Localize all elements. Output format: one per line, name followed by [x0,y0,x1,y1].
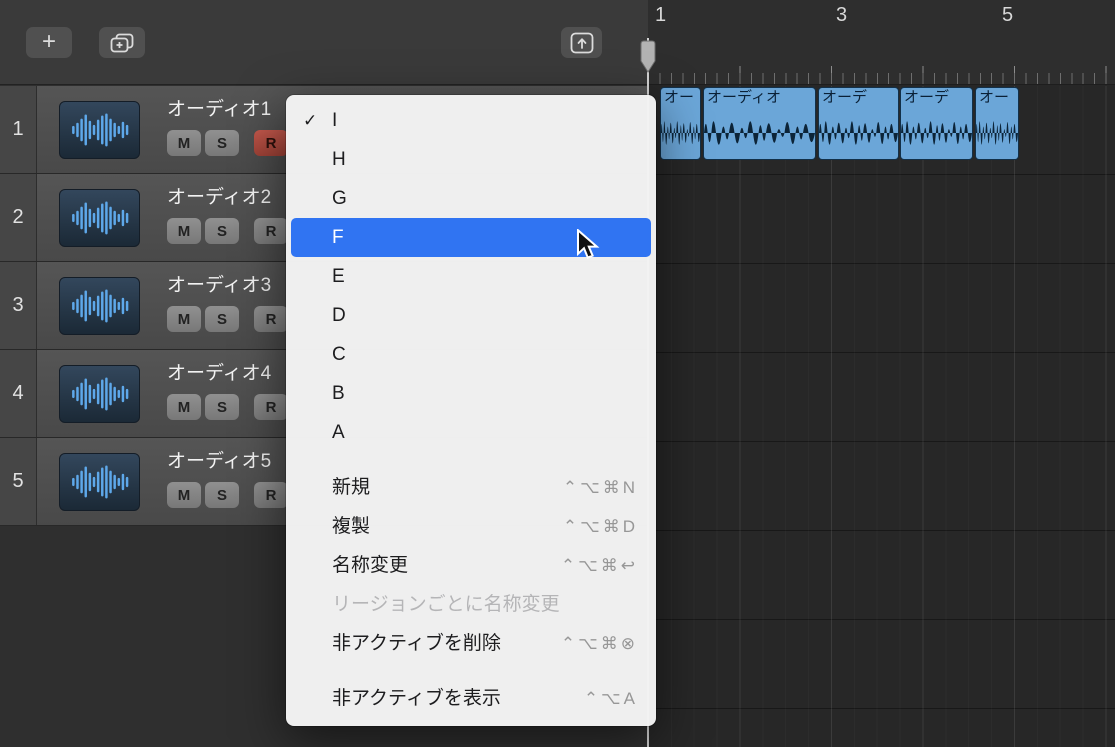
track-icon-context-menu: ✓ I H G F E D C B A 新規 ⌃⌥⌘N [286,95,656,726]
audio-region[interactable]: オー [975,87,1019,160]
shortcut-label: ⌃⌥A [584,679,638,718]
waveform-icon [69,288,131,324]
region-waveform [819,107,898,159]
record-enable-button[interactable]: R [254,218,288,244]
track-header-toolbar: + [0,0,648,85]
menu-item-letter-h[interactable]: H [291,140,651,179]
playhead-handle[interactable] [638,40,658,79]
track-controls: M S R [167,218,288,244]
region-name: オーデ [901,88,972,107]
record-enable-button[interactable]: R [254,482,288,508]
menu-separator [286,663,656,679]
plus-icon: + [42,30,56,54]
ruler-minor-ticks [648,73,1115,84]
audio-region[interactable]: オーデ [900,87,973,160]
menu-separator [286,452,656,468]
record-enable-button[interactable]: R [254,394,288,420]
record-enable-button[interactable]: R [254,306,288,332]
region-waveform [661,107,700,159]
tracks-area: 1 3 5 オー オーディオ オーデ オーデ オ [648,0,1115,747]
track-number: 2 [0,174,37,261]
duplicate-track-icon [110,33,134,53]
track-number: 4 [0,350,37,437]
track-controls: M S R [167,130,288,156]
waveform-icon [69,464,131,500]
menu-item-rename-by-region: リージョンごとに名称変更 [291,585,651,624]
shortcut-label: ⌃⌥⌘↩ [561,546,638,585]
region-lanes[interactable]: オー オーディオ オーデ オーデ オー [648,86,1115,747]
menu-item-show-inactive[interactable]: 非アクティブを表示 ⌃⌥A [291,679,651,718]
menu-item-letter-i[interactable]: ✓ I [291,101,651,140]
menu-item-duplicate[interactable]: 複製 ⌃⌥⌘D [291,507,651,546]
region-waveform [976,107,1018,159]
audio-region[interactable]: オーディオ [703,87,816,160]
menu-item-new[interactable]: 新規 ⌃⌥⌘N [291,468,651,507]
track-controls: M S R [167,306,288,332]
region-name: オーディオ [704,88,815,107]
bar-ruler[interactable]: 1 3 5 [648,0,1115,85]
menu-item-rename[interactable]: 名称変更 ⌃⌥⌘↩ [291,546,651,585]
solo-button[interactable]: S [205,306,239,332]
shortcut-label: ⌃⌥⌘N [563,468,638,507]
duplicate-track-button[interactable] [99,27,145,58]
shortcut-label: ⌃⌥⌘⊗ [561,624,638,663]
mouse-cursor-icon [576,229,604,261]
mute-button[interactable]: M [167,394,201,420]
audio-region[interactable]: オー [660,87,701,160]
waveform-icon [69,112,131,148]
mute-button[interactable]: M [167,482,201,508]
menu-item-letter-e[interactable]: E [291,257,651,296]
logic-pro-tracks-window: + 1 オーディオ1 [0,0,1115,747]
solo-button[interactable]: S [205,482,239,508]
ruler-bar-label: 1 [655,4,666,27]
mute-button[interactable]: M [167,218,201,244]
track-name[interactable]: オーディオ3 [167,270,271,297]
track-name[interactable]: オーディオ1 [167,94,271,121]
track-number: 5 [0,438,37,525]
checkmark-icon: ✓ [303,101,327,140]
solo-button[interactable]: S [205,130,239,156]
track-controls: M S R [167,394,288,420]
record-enable-button[interactable]: R [254,130,288,156]
waveform-icon [69,376,131,412]
waveform-thumbnail[interactable] [59,101,140,159]
menu-item-letter-b[interactable]: B [291,374,651,413]
add-track-button[interactable]: + [26,27,72,58]
waveform-thumbnail[interactable] [59,453,140,511]
track-name[interactable]: オーディオ5 [167,446,271,473]
waveform-thumbnail[interactable] [59,189,140,247]
region-name: オー [976,88,1018,107]
region-name: オー [661,88,700,107]
arrow-up-box-icon [570,32,594,54]
region-name: オーデ [819,88,898,107]
menu-item-letter-c[interactable]: C [291,335,651,374]
track-controls: M S R [167,482,288,508]
track-number: 3 [0,262,37,349]
track-number: 1 [0,86,37,173]
shortcut-label: ⌃⌥⌘D [563,507,638,546]
menu-item-letter-d[interactable]: D [291,296,651,335]
menu-item-delete-inactive[interactable]: 非アクティブを削除 ⌃⌥⌘⊗ [291,624,651,663]
solo-button[interactable]: S [205,218,239,244]
track-name[interactable]: オーディオ2 [167,182,271,209]
menu-item-letter-g[interactable]: G [291,179,651,218]
solo-button[interactable]: S [205,394,239,420]
playhead-icon [638,40,658,74]
ruler-bar-label: 3 [836,4,847,27]
menu-item-letter-a[interactable]: A [291,413,651,452]
waveform-thumbnail[interactable] [59,365,140,423]
audio-region[interactable]: オーデ [818,87,899,160]
waveform-thumbnail[interactable] [59,277,140,335]
track-name[interactable]: オーディオ4 [167,358,271,385]
hide-track-header-button[interactable] [561,27,602,58]
mute-button[interactable]: M [167,130,201,156]
waveform-icon [69,200,131,236]
mute-button[interactable]: M [167,306,201,332]
region-waveform [901,107,972,159]
ruler-bar-label: 5 [1002,4,1013,27]
region-waveform [704,107,815,159]
